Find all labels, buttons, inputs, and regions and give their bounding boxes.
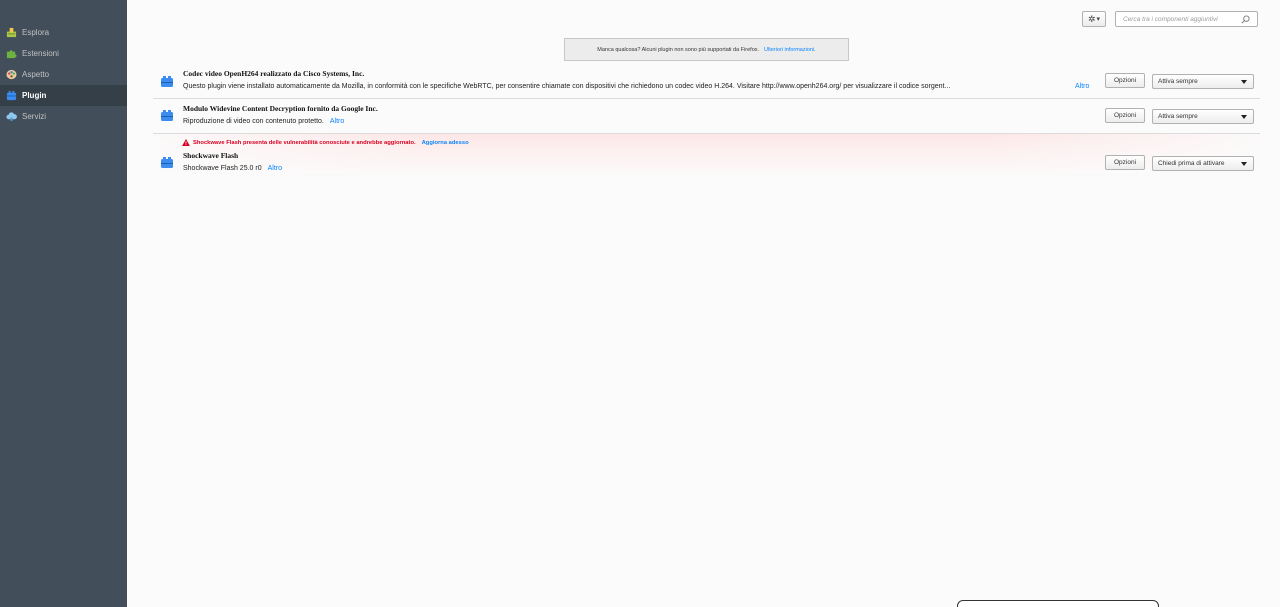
plugin-description: Shockwave Flash 25.0 r0 Altro bbox=[183, 165, 282, 172]
dropdown-indicator: ▾ bbox=[1096, 16, 1101, 23]
sidebar-item-label: Estensioni bbox=[22, 49, 59, 58]
warning-text: Shockwave Flash presenta delle vulnerabi… bbox=[193, 139, 416, 146]
sidebar-item-aspetto[interactable]: Aspetto bbox=[0, 64, 127, 85]
sidebar-item-servizi[interactable]: Servizi bbox=[0, 106, 127, 127]
sidebar-item-estensioni[interactable]: Estensioni bbox=[0, 43, 127, 64]
plugin-description: Riproduzione di video con contenuto prot… bbox=[183, 118, 344, 125]
more-link[interactable]: Altro bbox=[1075, 83, 1089, 90]
chevron-down-icon bbox=[1241, 80, 1247, 84]
status-popup bbox=[957, 600, 1159, 607]
plugin-icon bbox=[161, 76, 173, 87]
plugin-description-text: Riproduzione di video con contenuto prot… bbox=[183, 118, 324, 125]
plugin-row-widevine: Modulo Widevine Content Decryption forni… bbox=[153, 101, 1260, 131]
sidebar-item-label: Esplora bbox=[22, 28, 50, 37]
chevron-down-icon bbox=[1241, 115, 1247, 119]
palette-icon bbox=[6, 69, 17, 80]
sidebar-item-esplora[interactable]: Esplora bbox=[0, 22, 127, 43]
notice-text: Manca qualcosa? Alcuni plugin non sono p… bbox=[597, 46, 760, 53]
activation-select[interactable]: Attiva sempre bbox=[1152, 74, 1254, 89]
plugin-description-text: Shockwave Flash 25.0 r0 bbox=[183, 165, 262, 172]
plugin-name: Modulo Widevine Content Decryption forni… bbox=[183, 104, 378, 113]
explore-icon bbox=[6, 27, 17, 38]
more-info-link[interactable]: Ulteriori informazioni. bbox=[764, 47, 816, 53]
plugin-name: Shockwave Flash bbox=[183, 151, 239, 160]
options-button[interactable]: Opzioni bbox=[1105, 108, 1145, 123]
activation-select[interactable]: Chiedi prima di attivare bbox=[1152, 156, 1254, 171]
activation-select-value: Attiva sempre bbox=[1158, 113, 1198, 120]
chevron-down-icon bbox=[1241, 162, 1247, 166]
search-icon[interactable] bbox=[1238, 12, 1252, 26]
missing-plugins-notice: Manca qualcosa? Alcuni plugin non sono p… bbox=[564, 38, 849, 61]
options-button[interactable]: Opzioni bbox=[1105, 73, 1145, 88]
plugin-row-openh264: Codec video OpenH264 realizzato da Cisco… bbox=[153, 68, 1260, 98]
plugin-icon bbox=[161, 157, 173, 168]
more-link[interactable]: Altro bbox=[268, 165, 282, 172]
plugin-icon bbox=[6, 90, 17, 101]
puzzle-icon bbox=[6, 48, 17, 59]
activation-select[interactable]: Attiva sempre bbox=[1152, 109, 1254, 124]
activation-select-value: Chiedi prima di attivare bbox=[1158, 160, 1225, 167]
plugin-description: Questo plugin viene installato automatic… bbox=[183, 83, 951, 90]
activation-select-value: Attiva sempre bbox=[1158, 78, 1198, 85]
update-now-link[interactable]: Aggiorna adesso bbox=[422, 140, 469, 146]
warning-icon bbox=[182, 139, 190, 146]
plugin-name: Codec video OpenH264 realizzato da Cisco… bbox=[183, 69, 365, 78]
sidebar: Esplora Estensioni Aspetto Plugin Serviz… bbox=[0, 0, 127, 607]
gear-icon: ✲ bbox=[1087, 13, 1096, 24]
row-divider bbox=[153, 98, 1260, 99]
sidebar-item-label: Servizi bbox=[22, 112, 47, 121]
more-link[interactable]: Altro bbox=[330, 118, 344, 125]
sidebar-item-plugin[interactable]: Plugin bbox=[0, 85, 127, 106]
options-button[interactable]: Opzioni bbox=[1105, 155, 1145, 170]
plugin-icon bbox=[161, 110, 173, 121]
tools-menu-button[interactable]: ✲ ▾ bbox=[1082, 11, 1106, 27]
search-input[interactable] bbox=[1116, 15, 1238, 23]
cloud-icon bbox=[6, 111, 17, 122]
plugin-row-shockwave: Shockwave Flash Shockwave Flash 25.0 r0 A… bbox=[153, 148, 1260, 178]
search-box bbox=[1115, 11, 1258, 27]
vulnerability-warning: Shockwave Flash presenta delle vulnerabi… bbox=[182, 139, 469, 146]
sidebar-item-label: Aspetto bbox=[22, 70, 50, 79]
main-content: ✲ ▾ Manca qualcosa? Alcuni plugin non so… bbox=[127, 0, 1280, 607]
sidebar-item-label: Plugin bbox=[22, 91, 47, 100]
